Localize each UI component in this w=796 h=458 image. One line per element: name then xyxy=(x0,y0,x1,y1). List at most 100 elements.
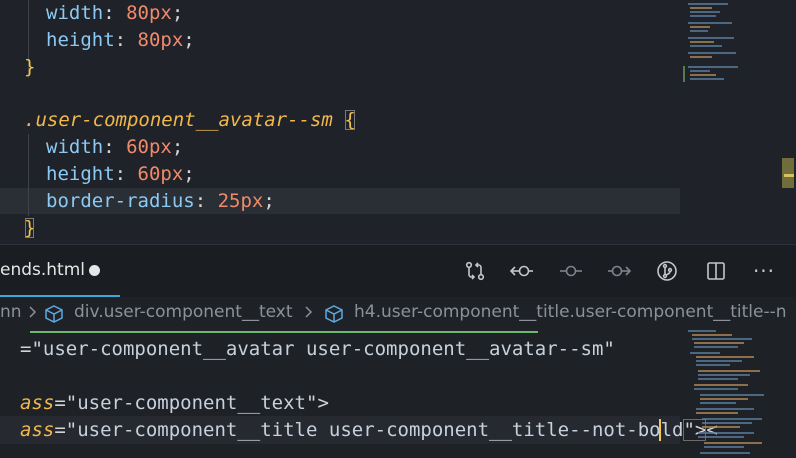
editor-tab-bar: ends.html ··· xyxy=(0,244,796,297)
code-line[interactable]: ="user-component__avatar user-component_… xyxy=(20,336,615,362)
minimap-line xyxy=(700,402,736,404)
css-property: border-radius xyxy=(46,190,195,212)
attr-quote: =" xyxy=(54,392,78,414)
selector-dot: . xyxy=(24,109,36,131)
split-editor-icon[interactable] xyxy=(702,257,730,285)
minimap-line xyxy=(704,442,762,444)
element-cube-icon xyxy=(43,304,65,328)
minimap-line xyxy=(700,452,750,454)
code-line[interactable]: width: 60px; xyxy=(0,134,183,161)
tab-label: ends.html xyxy=(0,260,86,280)
minimap-line xyxy=(690,15,716,17)
minimap-line xyxy=(702,426,740,428)
unsaved-dot-icon[interactable] xyxy=(89,265,100,276)
minimap-line xyxy=(694,342,744,344)
minimap-line xyxy=(690,41,714,43)
minimap-line xyxy=(698,378,738,380)
code-line[interactable]: } xyxy=(24,54,35,81)
tab-friends-html[interactable]: ends.html xyxy=(0,245,120,297)
breadcrumb-item[interactable]: h4.user-component__title.user-component_… xyxy=(354,302,787,322)
code-line[interactable]: border-radius: 25px; xyxy=(0,188,275,215)
source-control-compare-icon[interactable] xyxy=(461,257,489,285)
minimap-line xyxy=(690,26,710,28)
minimap[interactable] xyxy=(680,328,780,458)
minimap-line xyxy=(690,7,712,9)
minimap-line xyxy=(698,374,750,376)
html-editor-pane[interactable]: =" user-component__avatar user-component_… xyxy=(0,328,796,458)
closing-brace: } xyxy=(24,56,36,78)
minimap-line xyxy=(702,422,752,424)
timeline-icon[interactable] xyxy=(557,257,585,285)
go-forward-icon[interactable] xyxy=(605,257,633,285)
minimap-line xyxy=(696,364,730,366)
breadcrumb: nn div.user-component__text h4.user-comp… xyxy=(0,298,796,328)
more-actions-icon[interactable]: ··· xyxy=(750,257,778,285)
minimap-line xyxy=(704,446,744,448)
minimap[interactable] xyxy=(680,0,780,244)
closing-brace: } xyxy=(24,217,36,239)
minimap-line xyxy=(688,52,736,54)
opening-brace: { xyxy=(344,109,356,131)
minimap-line xyxy=(688,22,732,24)
minimap-line xyxy=(696,412,738,414)
scrollbar-marker xyxy=(784,174,794,177)
css-value: 80px xyxy=(137,29,184,51)
minimap-line xyxy=(690,74,716,76)
text-cursor xyxy=(659,419,661,441)
code-line[interactable]: height: 60px; xyxy=(0,161,195,188)
minimap-line xyxy=(692,338,752,340)
css-property: width xyxy=(46,2,104,24)
minimap-line xyxy=(690,78,724,80)
chevron-right-icon xyxy=(303,302,313,327)
element-cube-icon xyxy=(323,304,345,328)
css-property: height xyxy=(46,29,115,51)
minimap-line xyxy=(698,370,760,372)
attr-name: ass xyxy=(20,392,55,414)
css-value: 80px xyxy=(126,2,172,24)
minimap-line xyxy=(698,432,754,434)
attr-value: user-component__avatar user-component__a… xyxy=(42,338,604,360)
git-lens-icon[interactable] xyxy=(653,257,681,285)
css-value: 60px xyxy=(137,163,184,185)
minimap-line xyxy=(690,56,712,58)
minimap-line xyxy=(692,334,732,336)
minimap-line xyxy=(700,394,764,396)
css-value: 25px xyxy=(217,190,264,212)
code-line[interactable]: width: 80px; xyxy=(0,0,183,27)
minimap-line xyxy=(688,330,716,332)
css-editor-pane[interactable]: width: 80px; height: 80px; } .user-compo… xyxy=(0,0,796,244)
minimap-line xyxy=(694,384,748,386)
minimap-line xyxy=(702,418,762,420)
minimap-line xyxy=(688,37,734,39)
minimap-line xyxy=(694,346,738,348)
chevron-right-icon xyxy=(27,302,37,327)
minimap-line xyxy=(688,66,738,68)
tag-end: "> xyxy=(306,392,329,414)
code-line[interactable]: height: 80px; xyxy=(0,27,195,54)
scrollbar-thumb[interactable] xyxy=(782,158,794,188)
minimap-line xyxy=(690,30,708,32)
code-line[interactable]: } xyxy=(24,215,35,242)
minimap-line xyxy=(696,360,742,362)
minimap-line xyxy=(696,408,754,410)
match-highlight-underline xyxy=(30,331,538,333)
code-line[interactable]: ass="user-component__text"> xyxy=(20,390,329,416)
minimap-line xyxy=(700,398,748,400)
go-back-icon[interactable] xyxy=(508,257,536,285)
active-tab-indicator xyxy=(0,295,120,297)
code-line[interactable]: ass="user-component__title user-componen… xyxy=(20,417,718,443)
minimap-line xyxy=(696,356,754,358)
attr-value: user-component__text xyxy=(77,392,306,414)
minimap-line xyxy=(694,388,738,390)
attr-value: user-component__title user-component__ti… xyxy=(77,419,684,441)
minimap-line xyxy=(690,45,722,47)
css-property: width xyxy=(46,136,104,158)
minimap-line xyxy=(698,436,744,438)
code-line[interactable]: .user-component__avatar--sm { xyxy=(24,107,356,134)
attr-name: ass xyxy=(20,419,55,441)
attr-quote: =" xyxy=(54,419,78,441)
breadcrumb-item[interactable]: nn xyxy=(0,302,22,322)
breadcrumb-item[interactable]: div.user-component__text xyxy=(74,302,293,322)
minimap-line xyxy=(690,11,720,13)
minimap-line xyxy=(688,3,728,5)
